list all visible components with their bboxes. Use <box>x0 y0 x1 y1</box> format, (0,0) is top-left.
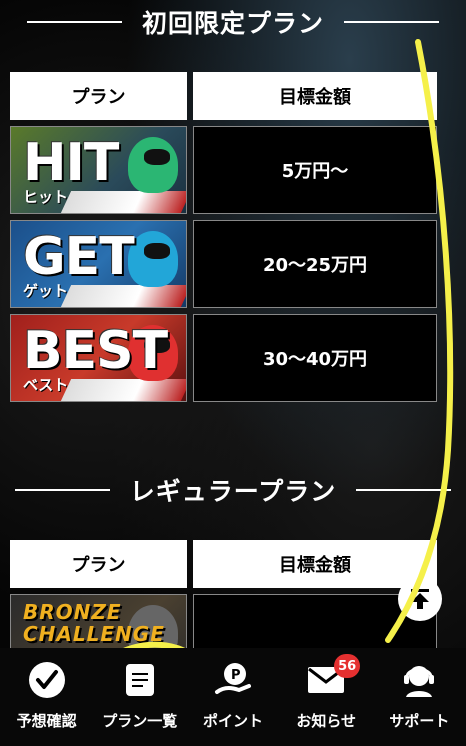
table-row[interactable]: GET ゲット 20〜25万円 <box>10 220 437 308</box>
plan-name-kana: ゲット <box>23 282 69 300</box>
boat-graphic <box>60 191 186 213</box>
arrow-up-icon <box>411 589 429 609</box>
nav-item-prediction[interactable]: 予想確認 <box>0 648 93 746</box>
plan-name-kana: ベスト <box>23 376 69 394</box>
bottom-nav: 予想確認 プラン一覧 P ポイント 56 お知らせ サポート <box>0 648 466 746</box>
helmet-visor <box>144 243 170 259</box>
helmet-visor <box>144 149 170 165</box>
nav-item-points[interactable]: P ポイント <box>186 648 279 746</box>
divider-line <box>344 21 439 23</box>
nav-item-news[interactable]: 56 お知らせ <box>280 648 373 746</box>
table-row[interactable]: HIT ヒット 5万円〜 <box>10 126 437 214</box>
nav-item-support[interactable]: サポート <box>373 648 466 746</box>
nav-label: お知らせ <box>296 712 357 730</box>
support-icon <box>399 660 439 700</box>
scroll-to-top-button[interactable] <box>398 577 442 621</box>
target-amount: 20〜25万円 <box>193 220 437 308</box>
racer-graphic <box>128 231 178 287</box>
section-title-regular-plan: レギュラープラン <box>0 470 466 510</box>
document-icon <box>120 660 160 700</box>
boat-graphic <box>60 285 186 307</box>
racer-graphic <box>128 137 178 193</box>
points-icon: P <box>213 660 253 700</box>
plan-column-header: プラン <box>10 72 187 120</box>
boat-graphic <box>60 379 186 401</box>
target-column-header: 目標金額 <box>193 540 437 588</box>
section-title-text: 初回限定プラン <box>141 9 324 38</box>
notification-badge: 56 <box>334 654 361 678</box>
table-header-row: プラン 目標金額 <box>10 540 437 588</box>
section-title-text: レギュラープラン <box>129 477 337 506</box>
nav-label: プラン一覧 <box>102 712 178 730</box>
nav-label: 予想確認 <box>16 712 77 730</box>
plan-name: BEST <box>23 321 168 381</box>
nav-item-plan-list[interactable]: プラン一覧 <box>93 648 186 746</box>
target-amount: 5万円〜 <box>193 126 437 214</box>
plan-banner-best[interactable]: BEST ベスト <box>10 314 187 402</box>
plan-column-header: プラン <box>10 540 187 588</box>
check-icon <box>27 660 67 700</box>
plan-banner-hit[interactable]: HIT ヒット <box>10 126 187 214</box>
mail-icon: 56 <box>306 654 361 700</box>
divider-line <box>356 489 452 491</box>
table-row[interactable]: BEST ベスト 30〜40万円 <box>10 314 437 402</box>
target-column-header: 目標金額 <box>193 72 437 120</box>
divider-line <box>26 21 122 23</box>
divider-line <box>14 489 110 491</box>
table-header-row: プラン 目標金額 <box>10 72 437 120</box>
plan-name-kana: ヒット <box>23 188 69 206</box>
section-title-first-plan: 初回限定プラン <box>0 2 466 42</box>
nav-label: ポイント <box>203 712 264 730</box>
first-plan-table: プラン 目標金額 HIT ヒット 5万円〜 GET ゲット 20〜25万円 BE… <box>10 72 437 408</box>
target-amount: 30〜40万円 <box>193 314 437 402</box>
nav-label: サポート <box>389 712 450 730</box>
plan-name: BRONZE CHALLENGE <box>23 600 165 646</box>
svg-text:P: P <box>231 668 241 683</box>
plan-banner-get[interactable]: GET ゲット <box>10 220 187 308</box>
plan-name: GET <box>23 227 135 287</box>
plan-name: HIT <box>23 133 119 193</box>
